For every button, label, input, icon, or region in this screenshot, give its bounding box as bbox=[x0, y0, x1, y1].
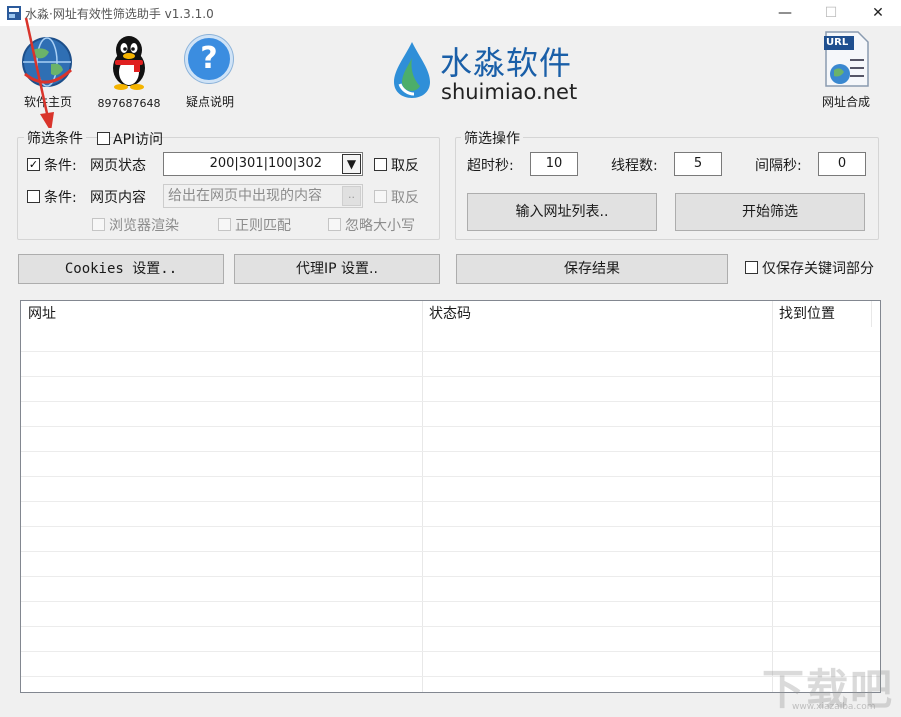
url-badge: URL bbox=[826, 37, 848, 48]
threads-input[interactable]: 5 bbox=[674, 152, 722, 176]
grid-line bbox=[21, 451, 880, 452]
status-condition-label: 网页状态 bbox=[90, 155, 146, 175]
column-divider bbox=[422, 301, 423, 692]
content-invert-label: 取反 bbox=[391, 187, 419, 207]
brand-name: 水淼软件 bbox=[440, 38, 572, 84]
timeout-input[interactable]: 10 bbox=[530, 152, 578, 176]
grid-line bbox=[21, 576, 880, 577]
grid-line bbox=[21, 601, 880, 602]
keyword-only-checkbox[interactable] bbox=[745, 261, 758, 274]
save-results-button[interactable]: 保存结果 bbox=[456, 254, 728, 284]
status-invert-label: 取反 bbox=[391, 155, 419, 175]
grid-line bbox=[21, 401, 880, 402]
grid-line bbox=[21, 376, 880, 377]
red-arrow-annotation bbox=[20, 14, 70, 138]
status-condition-prefix: 条件: bbox=[44, 155, 77, 175]
status-condition-checkbox[interactable]: ✓ bbox=[27, 158, 40, 171]
content-condition-label: 网页内容 bbox=[90, 187, 146, 207]
proxy-settings-button[interactable]: 代理IP 设置.. bbox=[234, 254, 440, 284]
column-divider bbox=[871, 301, 872, 327]
api-access-checkbox[interactable] bbox=[97, 132, 110, 145]
watermark-url: www.xiazaiba.com bbox=[792, 702, 876, 712]
start-filter-button[interactable]: 开始筛选 bbox=[675, 193, 865, 231]
input-url-list-button[interactable]: 输入网址列表.. bbox=[467, 193, 657, 231]
column-header-status[interactable]: 状态码 bbox=[422, 301, 772, 327]
threads-label: 线程数: bbox=[611, 155, 658, 175]
minimize-button[interactable]: — bbox=[762, 0, 808, 26]
grid-line bbox=[21, 626, 880, 627]
grid-line bbox=[21, 351, 880, 352]
grid-line bbox=[21, 526, 880, 527]
regex-match-label: 正则匹配 bbox=[235, 215, 291, 235]
grid-line bbox=[21, 501, 880, 502]
column-divider bbox=[772, 301, 773, 692]
grid-line bbox=[21, 651, 880, 652]
status-code-select[interactable]: 200|301|100|302 bbox=[163, 152, 363, 176]
grid-line bbox=[21, 426, 880, 427]
url-merge-tool[interactable]: URL 网址合成 bbox=[814, 28, 878, 110]
regex-match-checkbox[interactable] bbox=[218, 218, 231, 231]
qq-tool[interactable]: 897687648 bbox=[94, 32, 164, 110]
content-condition-checkbox[interactable] bbox=[27, 190, 40, 203]
filter-conditions-legend: 筛选条件 bbox=[24, 128, 86, 148]
browser-render-label: 浏览器渲染 bbox=[109, 215, 179, 235]
chevron-down-icon[interactable]: ▼ bbox=[342, 154, 361, 174]
grid-line bbox=[21, 476, 880, 477]
interval-input[interactable]: 0 bbox=[818, 152, 866, 176]
water-drop-logo-icon bbox=[390, 40, 434, 100]
maximize-button[interactable]: ☐ bbox=[808, 0, 854, 26]
help-label: 疑点说明 bbox=[176, 93, 244, 110]
ignore-case-label: 忽略大小写 bbox=[345, 215, 415, 235]
close-button[interactable]: ✕ bbox=[855, 0, 901, 26]
content-input[interactable]: 给出在网页中出现的内容 bbox=[163, 184, 363, 208]
status-invert-checkbox[interactable] bbox=[374, 158, 387, 171]
timeout-label: 超时秒: bbox=[467, 155, 514, 175]
qq-penguin-icon bbox=[106, 34, 152, 93]
keyword-only-label: 仅保存关键词部分 bbox=[762, 258, 874, 278]
question-icon: ? bbox=[185, 35, 233, 83]
api-access-label: API访问 bbox=[113, 129, 163, 149]
brand-domain: shuimiao.net bbox=[441, 80, 577, 104]
cookies-settings-button[interactable]: Cookies 设置.. bbox=[18, 254, 224, 284]
column-header-found-position[interactable]: 找到位置 bbox=[772, 301, 872, 327]
content-condition-prefix: 条件: bbox=[44, 187, 77, 207]
help-tool[interactable]: ? 疑点说明 bbox=[176, 32, 244, 110]
interval-label: 间隔秒: bbox=[755, 155, 802, 175]
url-merge-label: 网址合成 bbox=[814, 93, 878, 110]
filter-ops-legend: 筛选操作 bbox=[461, 128, 523, 148]
content-browse-button[interactable]: .. bbox=[342, 186, 361, 206]
grid-line bbox=[21, 676, 880, 677]
browser-render-checkbox[interactable] bbox=[92, 218, 105, 231]
results-table[interactable]: 网址 状态码 找到位置 bbox=[20, 300, 881, 693]
column-header-url[interactable]: 网址 bbox=[21, 301, 422, 327]
grid-line bbox=[21, 551, 880, 552]
title-bar: 水淼·网址有效性筛选助手 v1.3.1.0 — ☐ ✕ bbox=[0, 0, 901, 26]
content-invert-checkbox[interactable] bbox=[374, 190, 387, 203]
qq-number-label: 897687648 bbox=[94, 97, 164, 110]
ignore-case-checkbox[interactable] bbox=[328, 218, 341, 231]
